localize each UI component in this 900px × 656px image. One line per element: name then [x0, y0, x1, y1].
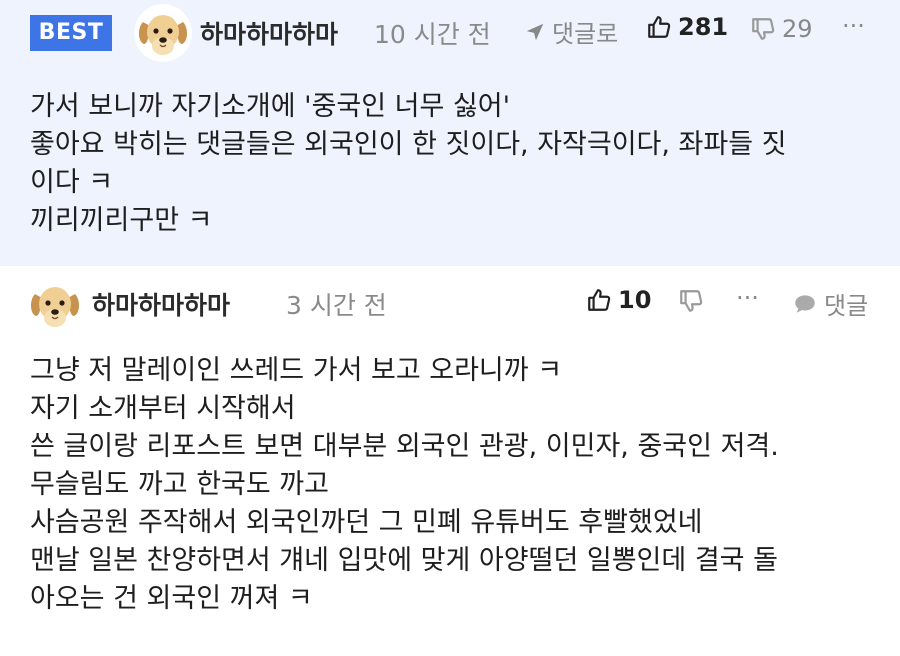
thumb-up-icon	[586, 287, 612, 313]
like-count: 281	[678, 13, 729, 41]
reply-label: 댓글로	[552, 20, 619, 48]
thumb-down-icon	[678, 288, 704, 314]
comment-line: 가서 보니까 자기소개에 '중국인 너무 싫어'	[30, 91, 511, 122]
dislike-count: 29	[782, 15, 813, 43]
like-button[interactable]: 10	[586, 286, 651, 314]
comment-line: 아오는 건 외국인 꺼져 ㅋ	[30, 583, 313, 614]
avatar[interactable]	[134, 4, 192, 62]
comment-line: 사슴공원 주작해서 외국인까던 그 민폐 유튜버도 후빨했었네	[30, 507, 703, 538]
comment-line: 자기 소개부터 시작해서	[30, 393, 296, 424]
thumb-up-icon	[646, 14, 672, 40]
more-icon: ···	[736, 284, 759, 312]
like-button[interactable]: 281	[646, 13, 728, 41]
dislike-button[interactable]: 29	[750, 15, 813, 43]
like-count: 10	[618, 286, 652, 314]
more-options-button[interactable]: ···	[842, 12, 865, 40]
comment-body: 가서 보니까 자기소개에 '중국인 너무 싫어' 좋아요 박히는 댓글들은 외국…	[30, 88, 787, 240]
comment-line: 쓴 글이랑 리포스트 보면 대부분 외국인 관광, 이민자, 중국인 저격.	[30, 431, 779, 462]
dislike-button[interactable]	[678, 288, 704, 314]
more-options-button[interactable]: ···	[736, 284, 759, 312]
reply-button[interactable]: 댓글로	[524, 14, 618, 49]
comment-time: 3 시간 전	[286, 291, 387, 320]
best-badge: BEST	[30, 15, 112, 51]
comment-line: 맨날 일본 찬양하면서 걔네 입맛에 맞게 아양떨던 일뽕인데 결국 돌	[30, 545, 778, 576]
comment-line: 끼리끼리구만 ㅋ	[30, 205, 213, 236]
more-icon: ···	[842, 12, 865, 40]
speech-bubble-icon	[792, 291, 818, 317]
reply-label: 댓글	[824, 292, 869, 320]
comment-line: 좋아요 박히는 댓글들은 외국인이 한 짓이다, 자작극이다, 좌파들 짓	[30, 129, 787, 160]
comment-line: 무슬림도 까고 한국도 까고	[30, 469, 329, 500]
comment-line: 이다 ㅋ	[30, 167, 114, 198]
comment-author[interactable]: 하마하마하마	[92, 286, 230, 322]
comment-author[interactable]: 하마하마하마	[200, 15, 338, 51]
avatar[interactable]	[26, 276, 84, 334]
comment-time: 10 시간 전	[374, 20, 491, 49]
reply-comment: 하마하마하마 3 시간 전 10 ··· 댓글 그냥 저 말레이인 쓰레드 가서…	[0, 266, 900, 656]
puppy-avatar-icon	[134, 4, 192, 62]
send-icon	[524, 21, 546, 43]
thumb-down-icon	[750, 16, 776, 42]
puppy-avatar-icon	[26, 276, 84, 334]
reply-button[interactable]: 댓글	[792, 286, 868, 321]
best-comment: BEST 하마하마하마 10 시간 전 댓글로 281 29 ··· 가서 보니…	[0, 0, 900, 266]
comment-line: 그냥 저 말레이인 쓰레드 가서 보고 오라니까 ㅋ	[30, 355, 563, 386]
comment-body: 그냥 저 말레이인 쓰레드 가서 보고 오라니까 ㅋ 자기 소개부터 시작해서 …	[30, 352, 779, 618]
